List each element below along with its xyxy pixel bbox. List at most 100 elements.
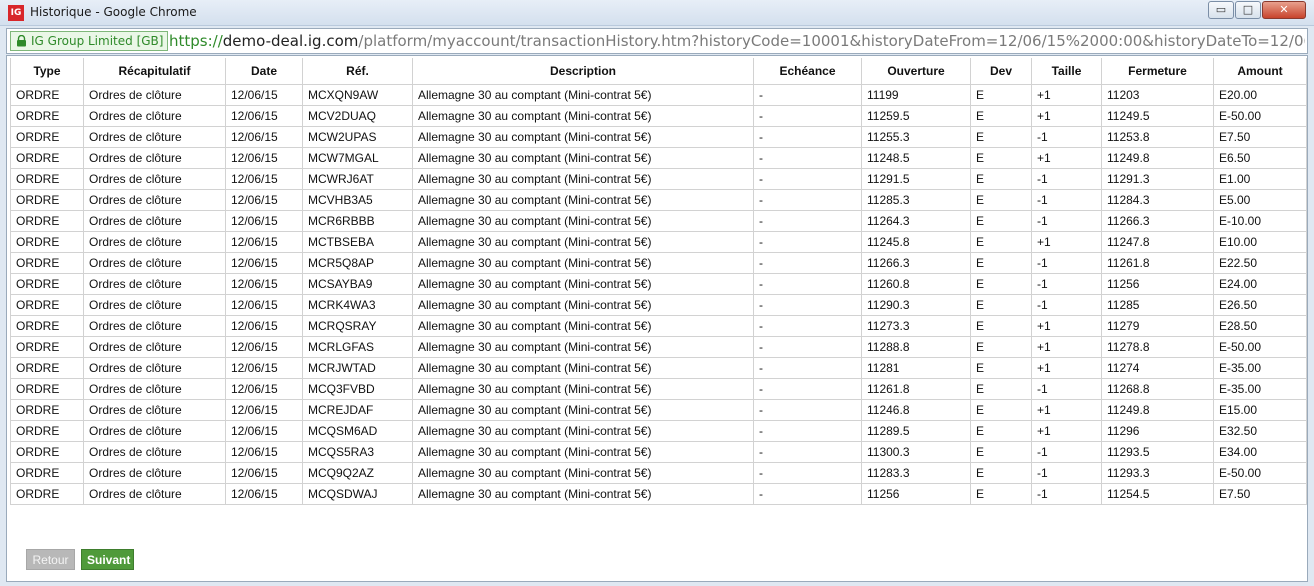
- cell-date: 12/06/15: [225, 209, 303, 232]
- table-row: ORDRE Ordres de clôture 12/06/15 MCRLGFAS Al…: [10, 335, 1307, 358]
- cell-expiry: -: [753, 398, 862, 421]
- cell-amount: E5.00: [1213, 188, 1307, 211]
- certificate-badge[interactable]: IG Group Limited [GB]: [10, 31, 169, 51]
- cell-ref: MCR5Q8AP: [302, 251, 413, 274]
- cell-ref: MCTBSEBA: [302, 230, 413, 253]
- cell-currency: E: [970, 377, 1032, 400]
- cell-open: 11248.5: [861, 146, 971, 169]
- cell-date: 12/06/15: [225, 314, 303, 337]
- cell-currency: E: [970, 419, 1032, 442]
- back-button[interactable]: Retour: [26, 549, 75, 570]
- cell-amount: E1.00: [1213, 167, 1307, 190]
- cell-amount: E7.50: [1213, 482, 1307, 505]
- table-row: ORDRE Ordres de clôture 12/06/15 MCQ9Q2AZ Al…: [10, 461, 1307, 484]
- cell-currency: E: [970, 188, 1032, 211]
- cell-summary: Ordres de clôture: [83, 251, 226, 274]
- ig-logo-icon: IG: [8, 5, 24, 21]
- cell-description: Allemagne 30 au comptant (Mini-contrat 5…: [412, 188, 754, 211]
- cell-currency: E: [970, 230, 1032, 253]
- column-header-currency: Dev: [970, 58, 1032, 85]
- cell-close: 11285: [1101, 293, 1214, 316]
- cell-description: Allemagne 30 au comptant (Mini-contrat 5…: [412, 209, 754, 232]
- cell-type: ORDRE: [10, 398, 84, 421]
- cell-size: -1: [1031, 293, 1102, 316]
- cell-open: 11285.3: [861, 188, 971, 211]
- cell-size: +1: [1031, 335, 1102, 358]
- cell-type: ORDRE: [10, 482, 84, 505]
- cell-size: +1: [1031, 83, 1102, 106]
- url-text[interactable]: https://demo-deal.ig.com/platform/myacco…: [169, 32, 1305, 50]
- cell-summary: Ordres de clôture: [83, 419, 226, 442]
- cell-currency: E: [970, 440, 1032, 463]
- cell-open: 11300.3: [861, 440, 971, 463]
- lock-icon: [17, 35, 26, 47]
- cell-close: 11293.3: [1101, 461, 1214, 484]
- cell-close: 11284.3: [1101, 188, 1214, 211]
- cell-date: 12/06/15: [225, 83, 303, 106]
- cell-size: +1: [1031, 419, 1102, 442]
- next-button[interactable]: Suivant: [81, 549, 134, 570]
- cell-type: ORDRE: [10, 230, 84, 253]
- table-header-row: Type Récapitulatif Date Réf. Description Eché…: [10, 58, 1307, 85]
- cell-currency: E: [970, 104, 1032, 127]
- cell-date: 12/06/15: [225, 419, 303, 442]
- cell-size: -1: [1031, 167, 1102, 190]
- cell-size: +1: [1031, 356, 1102, 379]
- cell-close: 11261.8: [1101, 251, 1214, 274]
- table-body: ORDRE Ordres de clôture 12/06/15 MCXQN9AW Al…: [10, 83, 1307, 505]
- cell-size: -1: [1031, 209, 1102, 232]
- cell-close: 11249.8: [1101, 146, 1214, 169]
- table-row: ORDRE Ordres de clôture 12/06/15 MCV2DUAQ Al…: [10, 104, 1307, 127]
- cell-description: Allemagne 30 au comptant (Mini-contrat 5…: [412, 167, 754, 190]
- cell-close: 11254.5: [1101, 482, 1214, 505]
- cell-type: ORDRE: [10, 293, 84, 316]
- cell-description: Allemagne 30 au comptant (Mini-contrat 5…: [412, 356, 754, 379]
- cell-open: 11291.5: [861, 167, 971, 190]
- url-host: demo-deal.ig.com: [222, 32, 359, 50]
- column-header-expiry: Echéance: [753, 58, 862, 85]
- window-title: Historique - Google Chrome: [30, 5, 197, 19]
- cell-date: 12/06/15: [225, 293, 303, 316]
- cell-summary: Ordres de clôture: [83, 377, 226, 400]
- cell-amount: E-10.00: [1213, 209, 1307, 232]
- close-button[interactable]: ✕: [1262, 1, 1306, 19]
- cell-summary: Ordres de clôture: [83, 83, 226, 106]
- cell-type: ORDRE: [10, 167, 84, 190]
- cell-type: ORDRE: [10, 314, 84, 337]
- cell-amount: E26.50: [1213, 293, 1307, 316]
- cell-description: Allemagne 30 au comptant (Mini-contrat 5…: [412, 230, 754, 253]
- table-row: ORDRE Ordres de clôture 12/06/15 MCW2UPAS Al…: [10, 125, 1307, 148]
- cell-expiry: -: [753, 293, 862, 316]
- table-row: ORDRE Ordres de clôture 12/06/15 MCW7MGAL Al…: [10, 146, 1307, 169]
- cell-open: 11245.8: [861, 230, 971, 253]
- cell-date: 12/06/15: [225, 146, 303, 169]
- cell-summary: Ordres de clôture: [83, 104, 226, 127]
- minimize-button[interactable]: ▭: [1208, 1, 1234, 19]
- cell-ref: MCQ9Q2AZ: [302, 461, 413, 484]
- cell-close: 11268.8: [1101, 377, 1214, 400]
- table-row: ORDRE Ordres de clôture 12/06/15 MCWRJ6AT Al…: [10, 167, 1307, 190]
- cell-amount: E-35.00: [1213, 377, 1307, 400]
- cell-ref: MCREJDAF: [302, 398, 413, 421]
- table-row: ORDRE Ordres de clôture 12/06/15 MCR6RBBB Al…: [10, 209, 1307, 232]
- cell-ref: MCVHB3A5: [302, 188, 413, 211]
- cell-close: 11274: [1101, 356, 1214, 379]
- cell-open: 11264.3: [861, 209, 971, 232]
- cell-close: 11278.8: [1101, 335, 1214, 358]
- cell-summary: Ordres de clôture: [83, 188, 226, 211]
- cell-date: 12/06/15: [225, 398, 303, 421]
- cell-description: Allemagne 30 au comptant (Mini-contrat 5…: [412, 461, 754, 484]
- cell-currency: E: [970, 482, 1032, 505]
- cell-type: ORDRE: [10, 188, 84, 211]
- address-bar[interactable]: IG Group Limited [GB] https://demo-deal.…: [6, 28, 1308, 54]
- cell-date: 12/06/15: [225, 188, 303, 211]
- cell-open: 11260.8: [861, 272, 971, 295]
- maximize-button[interactable]: □: [1235, 1, 1261, 19]
- cell-currency: E: [970, 398, 1032, 421]
- cell-open: 11256: [861, 482, 971, 505]
- cell-open: 11289.5: [861, 419, 971, 442]
- column-header-summary: Récapitulatif: [83, 58, 226, 85]
- cell-size: -1: [1031, 461, 1102, 484]
- cell-currency: E: [970, 314, 1032, 337]
- cell-type: ORDRE: [10, 356, 84, 379]
